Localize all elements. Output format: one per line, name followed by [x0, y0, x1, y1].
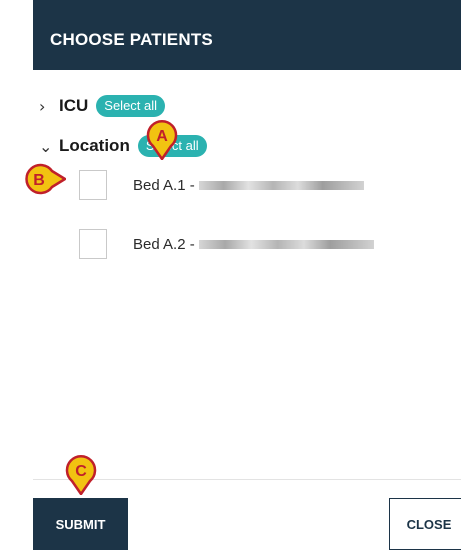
marker-b-letter: B [33, 172, 45, 189]
bed-a1-checkbox[interactable] [79, 170, 107, 200]
annotation-marker-a: A [146, 120, 178, 160]
marker-c-letter: C [75, 463, 87, 480]
page: CHOOSE PATIENTS › ICU Select all ⌄ Locat… [0, 0, 461, 550]
group-label-icu[interactable]: ICU [59, 96, 88, 116]
chevron-down-icon[interactable]: ⌄ [39, 137, 59, 156]
bed-a1-label[interactable]: Bed A.1 - [133, 177, 195, 194]
bed-a2-label[interactable]: Bed A.2 - [133, 236, 195, 253]
chevron-right-icon[interactable]: › [39, 97, 59, 116]
bed-row-a1: Bed A.1 - [79, 170, 364, 200]
group-icu: › ICU Select all [39, 95, 166, 117]
marker-a-letter: A [156, 128, 168, 145]
dialog-header: CHOOSE PATIENTS [33, 0, 461, 70]
group-label-location[interactable]: Location [59, 136, 130, 156]
redacted-patient-name [198, 239, 374, 249]
submit-button[interactable]: SUBMIT [33, 498, 128, 550]
dialog-title: CHOOSE PATIENTS [50, 30, 213, 49]
close-button[interactable]: CLOSE [389, 498, 461, 550]
group-location: ⌄ Location Select all [39, 135, 207, 157]
redacted-patient-name [198, 180, 364, 190]
bed-a2-checkbox[interactable] [79, 229, 107, 259]
select-all-icu-button[interactable]: Select all [96, 95, 166, 117]
annotation-marker-b: B [25, 163, 66, 195]
bed-row-a2: Bed A.2 - [79, 229, 374, 259]
annotation-marker-c: C [65, 455, 97, 495]
